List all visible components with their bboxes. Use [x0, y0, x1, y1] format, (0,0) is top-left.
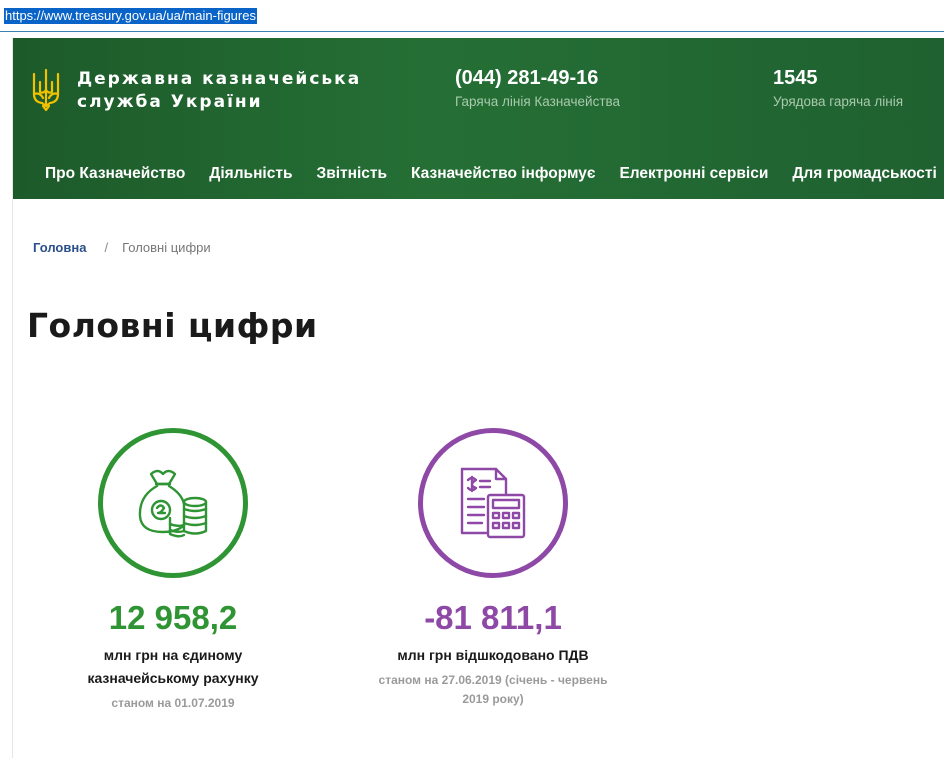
hotline-label: Гаряча лінія Казначейства — [455, 94, 621, 109]
money-bag-coins-icon — [138, 469, 208, 538]
breadcrumb-separator: / — [104, 240, 109, 255]
breadcrumb-home[interactable]: Головна — [33, 240, 86, 255]
page-title: Головні цифри — [27, 306, 318, 345]
breadcrumb-current: Головні цифри — [122, 240, 211, 255]
stat-circle — [98, 428, 248, 578]
gov-hotline-label: Урядова гаряча лінія — [773, 94, 904, 109]
stat-description: млн грн відшкодовано ПДВ — [397, 647, 589, 663]
hotline-number[interactable]: (044) 281-49-16 — [455, 66, 620, 90]
nav-about[interactable]: Про Казначейство — [45, 164, 185, 184]
stat-circle — [418, 428, 568, 578]
stat-value: -81 811,1 — [424, 599, 562, 636]
main-nav: Про Казначейство Діяльність Звітність Ка… — [45, 164, 944, 184]
page: Державна казначейська служба України (04… — [12, 38, 944, 758]
stat-description: млн грн на єдиному казначейському рахунк… — [87, 647, 259, 686]
nav-activity[interactable]: Діяльність — [209, 164, 292, 184]
stat-vat-refund: -81 811,1 млн грн відшкодовано ПДВ стано… — [373, 428, 613, 709]
nav-public[interactable]: Для громадськості — [792, 164, 936, 184]
gov-hotline-block: 1545 Урядова гаряча лінія — [773, 66, 903, 110]
gov-hotline-number[interactable]: 1545 — [773, 66, 903, 90]
url-text[interactable]: https://www.treasury.gov.ua/ua/main-figu… — [4, 8, 257, 24]
stat-note: станом на 27.06.2019 (січень - червень 2… — [378, 673, 608, 706]
nav-news[interactable]: Казначейство інформує — [411, 164, 595, 184]
stat-treasury-account: 12 958,2 млн грн на єдиному казначейсько… — [53, 428, 293, 713]
hotline-block: (044) 281-49-16 Гаряча лінія Казначейств… — [455, 66, 620, 110]
stat-value: 12 958,2 — [108, 599, 238, 636]
stat-note: станом на 01.07.2019 — [111, 696, 235, 710]
invoice-calculator-icon — [460, 467, 526, 539]
nav-e-services[interactable]: Електронні сервіси — [619, 164, 768, 184]
breadcrumb: Головна / Головні цифри — [33, 240, 211, 256]
org-name[interactable]: Державна казначейська служба України — [77, 68, 377, 114]
site-header: Державна казначейська служба України (04… — [13, 38, 944, 199]
nav-reports[interactable]: Звітність — [316, 164, 387, 184]
address-bar[interactable]: https://www.treasury.gov.ua/ua/main-figu… — [0, 0, 944, 32]
trident-logo-icon[interactable] — [31, 68, 61, 112]
